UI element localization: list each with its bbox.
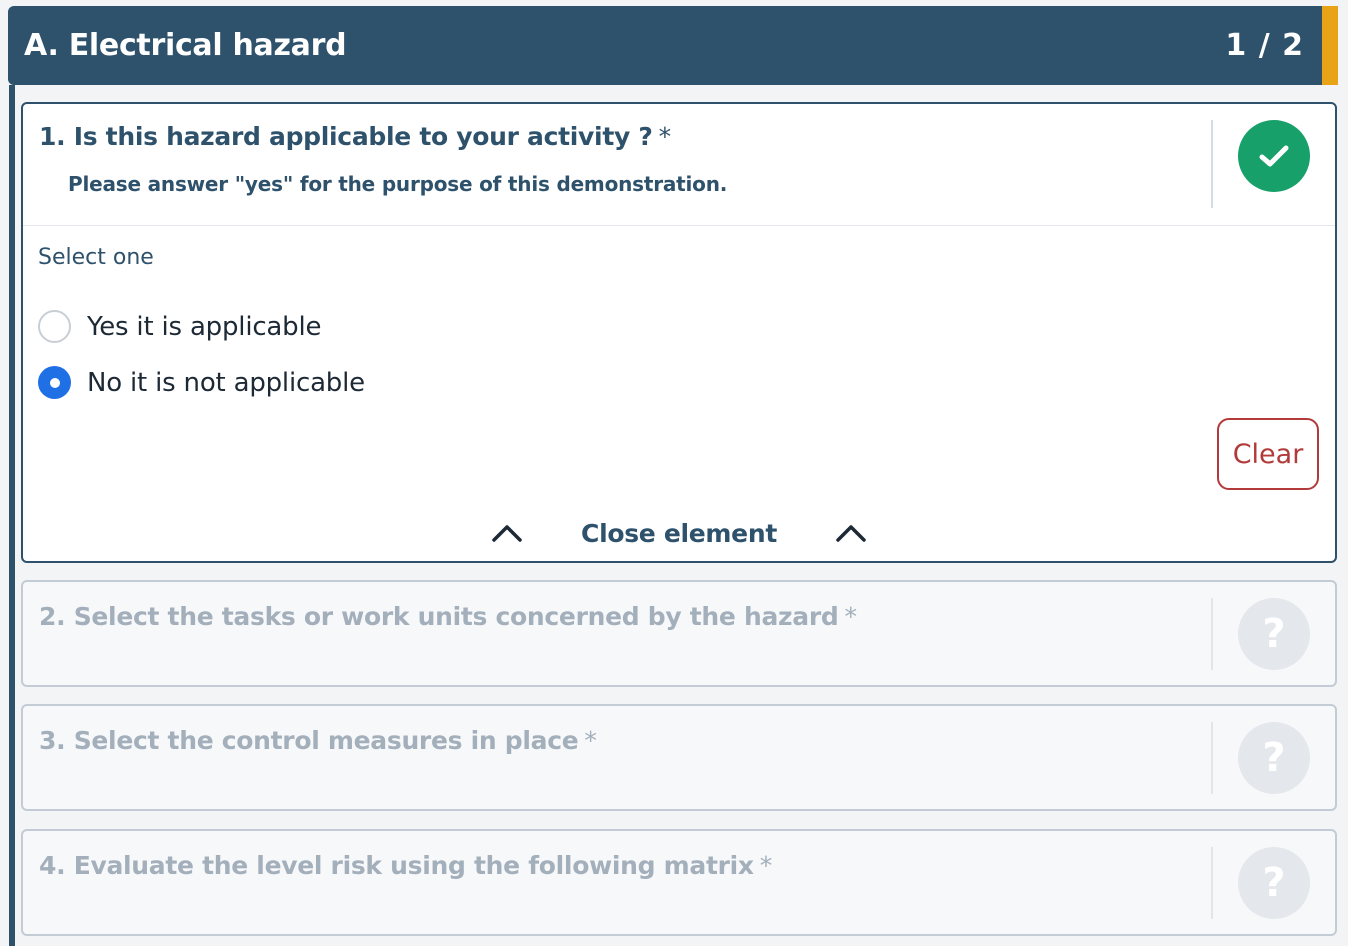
option-not-applicable[interactable]: No it is not applicable — [38, 366, 365, 399]
required-mark: * — [584, 726, 597, 755]
header-accent-bar — [1322, 6, 1338, 85]
question-icon: ? — [1238, 847, 1310, 919]
section-counter: 1 / 2 — [1225, 28, 1304, 63]
option-yes-applicable[interactable]: Yes it is applicable — [38, 310, 321, 343]
clear-button[interactable]: Clear — [1217, 418, 1319, 490]
question-card-2[interactable]: 2. Select the tasks or work units concer… — [21, 580, 1337, 687]
section-rail — [9, 85, 15, 946]
question-card-1: 1. Is this hazard applicable to your act… — [21, 102, 1337, 563]
option-label: No it is not applicable — [87, 367, 365, 398]
question-card-4[interactable]: 4. Evaluate the level risk using the fol… — [21, 829, 1337, 936]
question-title[interactable]: 1. Is this hazard applicable to your act… — [39, 122, 671, 151]
check-icon — [1238, 120, 1310, 192]
question-mark: ? — [1262, 860, 1286, 906]
question-hint: Please answer "yes" for the purpose of t… — [68, 172, 728, 196]
close-element-button[interactable]: Close element — [23, 508, 1335, 558]
question-title-text: 3. Select the control measures in place — [39, 726, 579, 755]
section-title: A. Electrical hazard — [24, 28, 347, 63]
question-title-text: 2. Select the tasks or work units concer… — [39, 602, 839, 631]
question-title-text: 4. Evaluate the level risk using the fol… — [39, 851, 754, 880]
question-title-text: 1. Is this hazard applicable to your act… — [39, 122, 653, 151]
section-header[interactable]: A. Electrical hazard 1 / 2 — [8, 6, 1338, 85]
radio-unchecked[interactable] — [38, 310, 71, 343]
questionnaire-page: A. Electrical hazard 1 / 2 1. Is this ha… — [0, 0, 1348, 946]
status-divider — [1211, 598, 1213, 670]
option-label: Yes it is applicable — [87, 311, 322, 342]
question-icon: ? — [1238, 598, 1310, 670]
chevron-up-icon — [492, 525, 522, 542]
chevron-up-icon — [836, 525, 866, 542]
required-mark: * — [759, 851, 773, 880]
required-mark: * — [844, 602, 857, 631]
required-mark: * — [658, 122, 672, 151]
select-label: Select one — [38, 245, 154, 270]
close-element-label: Close element — [581, 518, 777, 548]
status-divider — [1211, 847, 1213, 919]
question-title[interactable]: 3. Select the control measures in place * — [39, 726, 597, 755]
status-divider — [1211, 722, 1213, 794]
radio-dot — [49, 377, 60, 388]
question-mark: ? — [1262, 611, 1286, 657]
question-title[interactable]: 4. Evaluate the level risk using the fol… — [39, 851, 772, 880]
radio-checked[interactable] — [38, 366, 71, 399]
status-divider — [1211, 120, 1213, 208]
question-card-3[interactable]: 3. Select the control measures in place *… — [21, 704, 1337, 811]
question-divider — [23, 225, 1335, 226]
question-title[interactable]: 2. Select the tasks or work units concer… — [39, 602, 857, 631]
question-mark: ? — [1262, 735, 1286, 781]
question-icon: ? — [1238, 722, 1310, 794]
